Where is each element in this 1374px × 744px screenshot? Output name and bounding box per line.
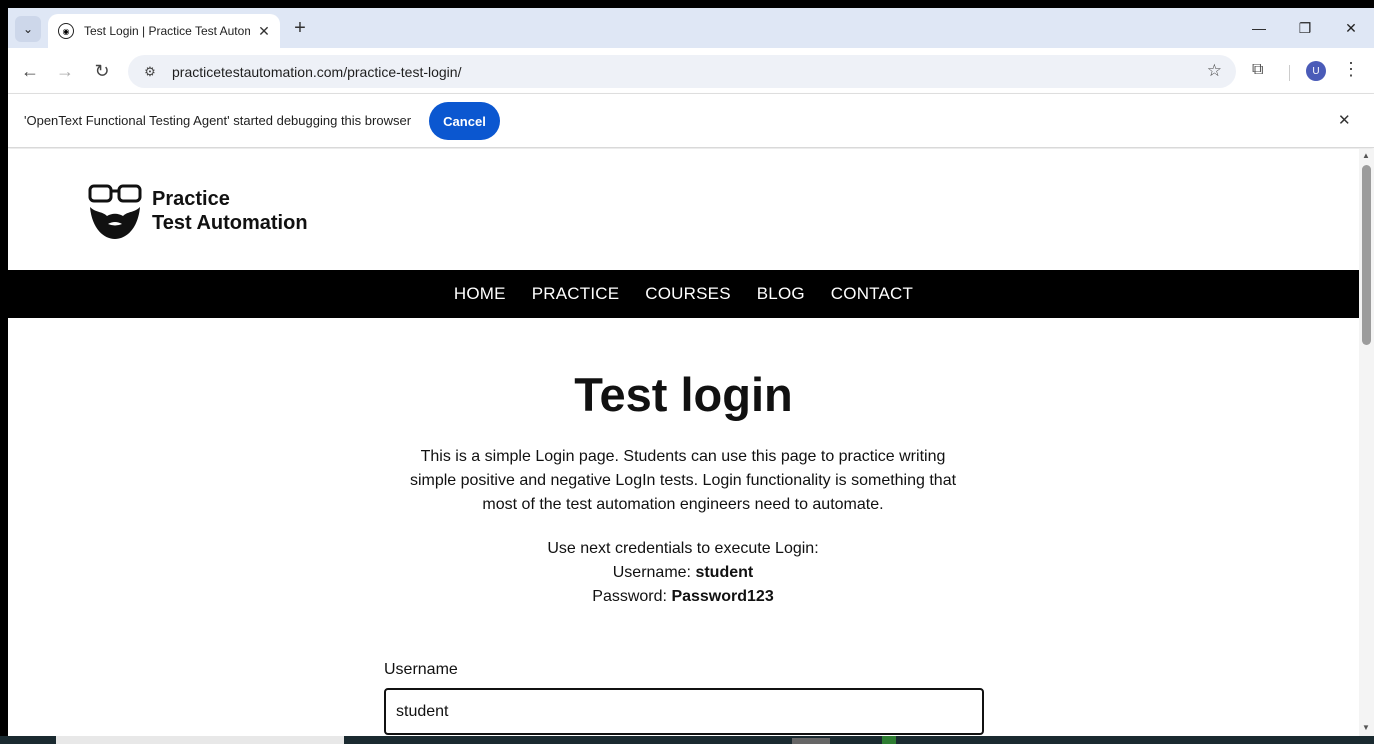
scrollbar-thumb[interactable]: [1362, 165, 1371, 345]
toolbar-divider: [1289, 65, 1290, 81]
page-viewport: Practice Test Automation HOME PRACTICE C…: [8, 149, 1359, 736]
logo-line-1: Practice: [152, 188, 230, 210]
restore-icon[interactable]: ❐: [1282, 8, 1328, 48]
url-text[interactable]: practicetestautomation.com/practice-test…: [172, 64, 461, 80]
page-title: Test login: [574, 368, 793, 421]
nav-contact[interactable]: CONTACT: [831, 284, 913, 304]
username-field-label: Username: [384, 661, 458, 678]
extensions-icon[interactable]: ⧉: [1252, 61, 1263, 79]
tab-strip: ⌄ ◉ Test Login | Practice Test Autom ✕ +…: [8, 8, 1374, 48]
active-tab[interactable]: ◉ Test Login | Practice Test Autom ✕: [48, 14, 280, 48]
site-favicon-icon: ◉: [58, 23, 74, 39]
minimize-icon[interactable]: —: [1236, 8, 1282, 48]
nav-home[interactable]: HOME: [454, 284, 506, 304]
back-icon[interactable]: ←: [17, 58, 43, 84]
forward-icon[interactable]: →: [52, 58, 78, 84]
profile-avatar[interactable]: U: [1306, 61, 1326, 81]
debugging-infobar: 'OpenText Functional Testing Agent' star…: [8, 94, 1374, 148]
window-close-icon[interactable]: ✕: [1328, 8, 1374, 48]
credentials-username: Username: student: [403, 561, 963, 585]
address-bar[interactable]: ⚙ practicetestautomation.com/practice-te…: [128, 55, 1236, 88]
main-navigation: HOME PRACTICE COURSES BLOG CONTACT: [8, 270, 1359, 318]
tab-title: Test Login | Practice Test Autom: [84, 24, 250, 38]
scroll-down-icon[interactable]: ▼: [1362, 723, 1370, 732]
site-info-icon[interactable]: ⚙: [136, 64, 164, 80]
username-input[interactable]: [384, 688, 984, 735]
reload-icon[interactable]: ↻: [89, 58, 115, 84]
logo-text: Practice Test Automation: [152, 187, 308, 235]
new-tab-button[interactable]: +: [288, 16, 312, 40]
nav-blog[interactable]: BLOG: [757, 284, 805, 304]
infobar-close-icon[interactable]: ✕: [1338, 111, 1351, 129]
browser-toolbar: ← → ↻ ⚙ practicetestautomation.com/pract…: [8, 48, 1374, 94]
credentials-password-value: Password123: [671, 588, 774, 605]
credentials-username-label: Username:: [612, 564, 691, 581]
credentials-password-label: Password:: [592, 588, 667, 605]
taskbar-app-active[interactable]: [882, 736, 896, 744]
os-taskbar: [0, 736, 1374, 744]
credentials-password: Password: Password123: [403, 585, 963, 609]
tab-close-icon[interactable]: ✕: [256, 23, 272, 40]
site-logo[interactable]: Practice Test Automation: [88, 183, 308, 239]
page-scrollbar[interactable]: ▲ ▼: [1359, 149, 1374, 736]
browser-window: ⌄ ◉ Test Login | Practice Test Autom ✕ +…: [8, 8, 1374, 736]
bookmark-star-icon[interactable]: ☆: [1207, 61, 1222, 81]
tab-search-icon[interactable]: ⌄: [15, 16, 41, 42]
infobar-message: 'OpenText Functional Testing Agent' star…: [24, 113, 412, 128]
credentials-block: Use next credentials to execute Login: U…: [403, 537, 963, 609]
bearded-face-logo-icon: [88, 184, 142, 239]
intro-paragraph: This is a simple Login page. Students ca…: [409, 448, 957, 513]
cancel-button[interactable]: Cancel: [429, 102, 500, 140]
credentials-intro: Use next credentials to execute Login:: [547, 540, 819, 557]
nav-practice[interactable]: PRACTICE: [532, 284, 620, 304]
scroll-up-icon[interactable]: ▲: [1362, 151, 1370, 160]
browser-menu-icon[interactable]: ⋮: [1342, 59, 1360, 80]
taskbar-app[interactable]: [792, 738, 830, 744]
credentials-username-value: student: [695, 564, 754, 581]
taskbar-search[interactable]: [56, 736, 344, 744]
logo-line-2: Test Automation: [152, 212, 308, 234]
nav-courses[interactable]: COURSES: [645, 284, 730, 304]
